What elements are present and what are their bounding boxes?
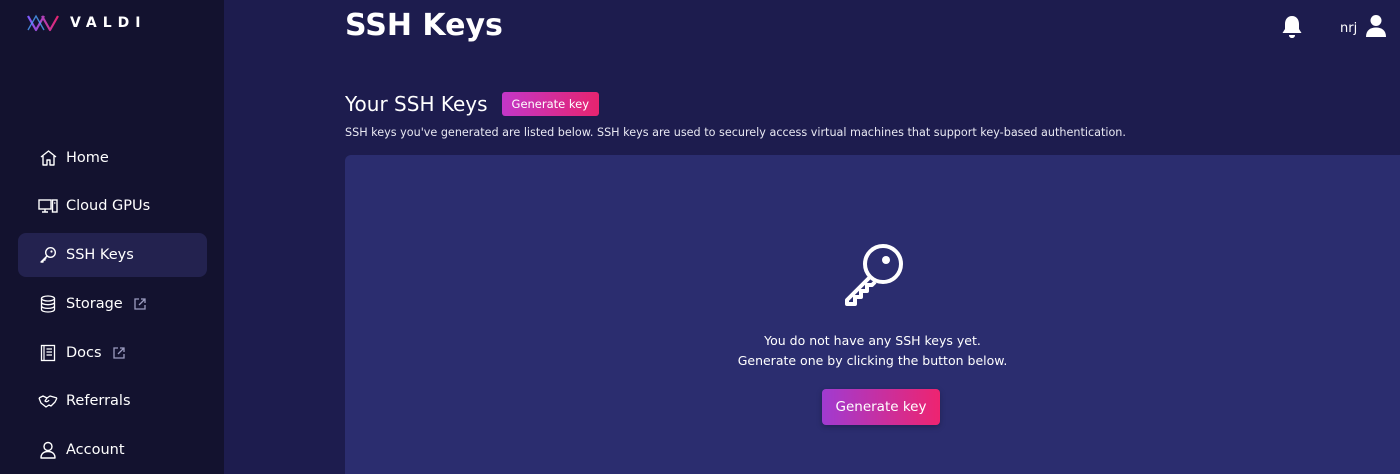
sidebar-item-home[interactable]: Home xyxy=(18,136,207,180)
external-link-icon xyxy=(112,346,126,360)
sidebar-item-ssh-keys[interactable]: SSH Keys xyxy=(18,233,207,277)
ssh-keys-panel: You do not have any SSH keys yet. Genera… xyxy=(345,155,1400,474)
external-link-icon xyxy=(133,297,147,311)
page-title: SSH Keys xyxy=(345,8,503,43)
sidebar-item-storage[interactable]: Storage xyxy=(18,282,207,326)
empty-state-message: You do not have any SSH keys yet. xyxy=(764,333,981,348)
sidebar-item-referrals[interactable]: Referrals xyxy=(18,379,207,423)
user-icon xyxy=(38,440,58,460)
generate-key-button[interactable]: Generate key xyxy=(501,92,600,116)
empty-state-hint: Generate one by clicking the button belo… xyxy=(737,353,1008,368)
sidebar-item-label: Docs xyxy=(66,345,102,361)
sidebar-item-label: Home xyxy=(66,150,109,166)
generate-key-primary-button[interactable]: Generate key xyxy=(822,389,940,425)
username: nrj xyxy=(1340,20,1358,36)
ssh-keys-section-header: Your SSH Keys Generate key xyxy=(345,92,600,116)
user-avatar-icon xyxy=(1365,14,1387,42)
sidebar-item-label: SSH Keys xyxy=(66,247,134,263)
handshake-icon xyxy=(38,391,58,411)
section-title: Your SSH Keys xyxy=(345,92,488,116)
database-icon xyxy=(38,294,58,314)
sidebar-item-label: Storage xyxy=(66,296,123,312)
key-icon xyxy=(38,245,58,265)
section-description: SSH keys you've generated are listed bel… xyxy=(345,126,1126,139)
valdi-logo-icon xyxy=(27,14,59,32)
sidebar-item-label: Account xyxy=(66,442,125,458)
sidebar-item-cloud-gpus[interactable]: Cloud GPUs xyxy=(18,184,207,228)
brand-logo[interactable]: VALDI xyxy=(26,14,146,32)
computer-icon xyxy=(38,196,58,216)
sidebar-item-label: Cloud GPUs xyxy=(66,198,151,214)
notifications-bell-icon[interactable] xyxy=(1280,14,1304,40)
sidebar-item-docs[interactable]: Docs xyxy=(18,331,207,375)
book-icon xyxy=(38,343,58,363)
user-menu[interactable]: nrj xyxy=(1340,14,1387,42)
app-root: VALDI Home Cloud GPUs SSH Keys Storage D… xyxy=(0,0,1400,474)
sidebar-item-account[interactable]: Account xyxy=(18,428,207,472)
sidebar: VALDI Home Cloud GPUs SSH Keys Storage D… xyxy=(0,0,224,474)
home-icon xyxy=(38,148,58,168)
brand-name: VALDI xyxy=(70,15,147,31)
key-illustration-icon xyxy=(839,240,909,310)
sidebar-item-label: Referrals xyxy=(66,393,131,409)
